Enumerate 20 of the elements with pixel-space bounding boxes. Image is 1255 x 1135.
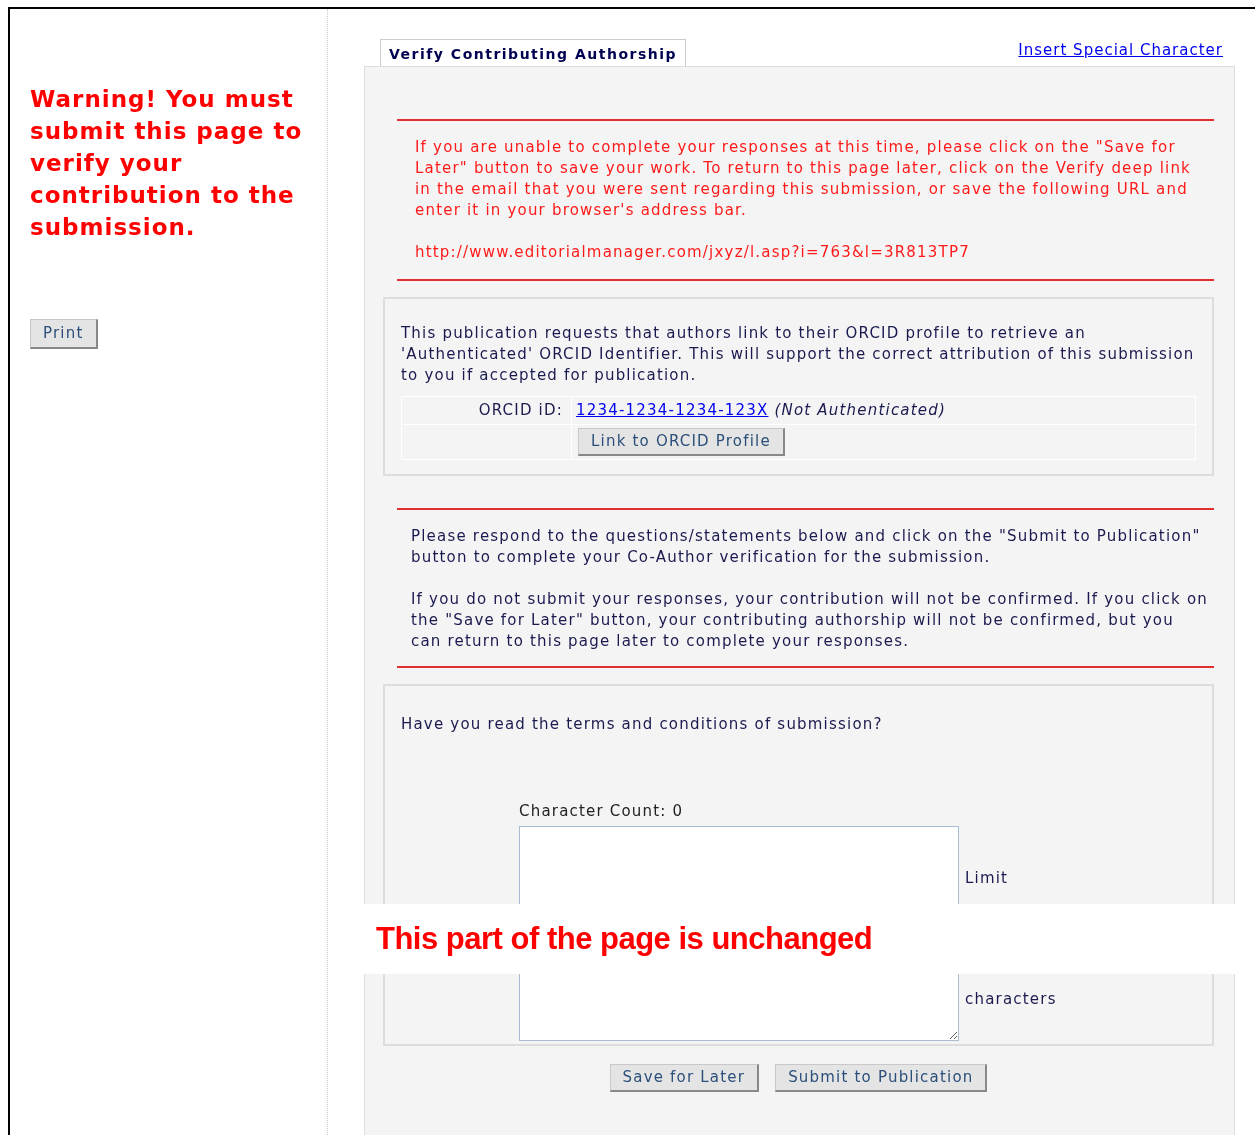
insert-special-character-link[interactable]: Insert Special Character	[1018, 39, 1223, 62]
save-notice: If you are unable to complete your responses at this time, please click on the "Save for Later" button to save your work. To return to this page later, click on the Verify deep link in the email that you were sent regarding this submission, or save the following URL and enter it in your browser's address bar.	[415, 137, 1192, 221]
instruction-paragraph: Please respond to the questions/statements below and click on the "Submit to Publication" button to complete your Co-Author verification for the submission.	[411, 526, 1202, 568]
authentication-status: (Not Authenticated)	[774, 400, 947, 421]
orcid-label: ORCID iD:	[478, 401, 563, 419]
unchanged-note: This part of the page is unchanged	[376, 919, 873, 958]
orcid-intro: This publication requests that authors link to their ORCID profile to retrieve an 'Authenticated' ORCID Identifier. This will support the correct attribution of this submission to you if accepted for publication.	[401, 323, 1196, 386]
limit-label: Limit	[965, 868, 1010, 889]
characters-label: characters	[965, 989, 1057, 1010]
question-text: Have you read the terms and conditions of submission?	[401, 714, 884, 735]
submit-button[interactable]: Submit to Publication	[775, 1064, 988, 1092]
instruction-paragraph: If you do not submit your responses, your contribution will not be confirmed. If you click on the "Save for Later" button, your contributing authorship will not be confirmed, but you can return to this page later to complete your responses.	[411, 589, 1209, 652]
print-button[interactable]: Print	[30, 319, 98, 349]
orcid-id-link[interactable]: 1234-1234-1234-123X	[576, 400, 769, 421]
save-for-later-button[interactable]: Save for Later	[609, 1064, 760, 1092]
warning-message: Warning! You must submit this page to verify your contribution to the submission.	[30, 85, 304, 242]
link-orcid-button[interactable]: Link to ORCID Profile	[578, 428, 785, 456]
resume-url: http://www.editorialmanager.com/jxyz/l.asp?i=763&l=3R813TP7	[415, 242, 971, 263]
page-tab[interactable]: Verify Contributing Authorship	[380, 39, 687, 66]
character-count: Character Count: 0	[519, 801, 685, 822]
